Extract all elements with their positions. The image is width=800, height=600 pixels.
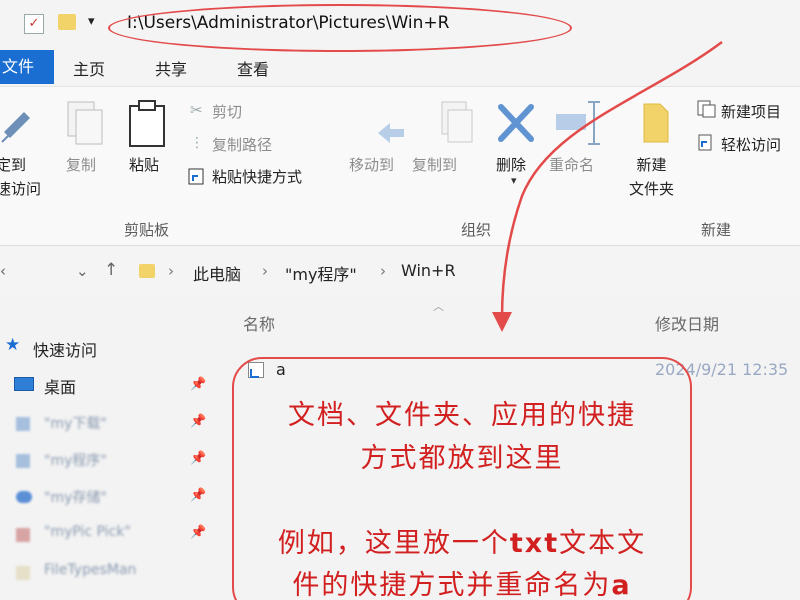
app-icon <box>16 528 30 542</box>
breadcrumb-separator-icon[interactable]: › <box>380 262 386 280</box>
copy-to-icon[interactable] <box>438 100 474 146</box>
easy-access-button[interactable]: 轻松访问 <box>721 134 781 155</box>
folder-icon <box>16 417 30 431</box>
pin-icon[interactable]: 📌 <box>190 488 206 503</box>
cloud-icon <box>16 491 32 503</box>
copy-button[interactable]: 复制 <box>66 153 96 177</box>
folder-icon <box>16 454 30 468</box>
paste-shortcut-icon <box>188 168 204 185</box>
new-item-button[interactable]: 新建项目 <box>721 101 781 122</box>
annotation-line-4: 件的快捷方式并重命名为a <box>292 570 632 600</box>
recent-locations-icon[interactable]: ⌄ <box>76 262 89 280</box>
tab-home[interactable]: 主页 <box>73 56 105 80</box>
copy-path-icon: ⋮ <box>190 135 204 151</box>
new-folder-quick-icon[interactable] <box>58 14 76 30</box>
move-to-icon[interactable] <box>374 118 408 148</box>
breadcrumb-separator-icon[interactable]: › <box>168 262 174 280</box>
paste-button[interactable]: 粘贴 <box>129 153 159 177</box>
tab-view[interactable]: 查看 <box>237 56 269 80</box>
folder-icon <box>16 566 30 580</box>
cut-button[interactable]: 剪切 <box>212 101 242 122</box>
sort-up-icon: ︿ <box>433 300 444 313</box>
tab-share[interactable]: 共享 <box>155 56 187 80</box>
folder-icon <box>139 264 155 278</box>
annotation-line-3: 例如，这里放一个txt文本文 <box>277 528 647 559</box>
pin-icon[interactable]: 📌 <box>190 451 206 466</box>
breadcrumb-my-program[interactable]: "my程序" <box>285 261 357 285</box>
move-to-button[interactable]: 移动到 <box>349 153 394 177</box>
properties-check-icon[interactable]: ✓ <box>24 14 44 34</box>
breadcrumb-separator-icon[interactable]: › <box>262 262 268 280</box>
breadcrumb-win-r[interactable]: Win+R <box>401 261 456 280</box>
pin-icon[interactable]: 📌 <box>190 525 206 540</box>
back-icon[interactable]: ‹ <box>0 262 6 280</box>
quick-access-dropdown-icon[interactable]: ▾ <box>88 14 95 29</box>
pin-icon[interactable]: 📌 <box>190 377 206 392</box>
annotation-line-2: 方式都放到这里 <box>360 443 564 474</box>
tab-file[interactable]: 文件 <box>0 50 54 84</box>
up-arrow-icon[interactable]: ↑ <box>104 260 118 280</box>
cut-icon: ✂ <box>190 101 203 119</box>
pin-icon[interactable]: 📌 <box>190 414 206 429</box>
copy-icon[interactable] <box>66 100 106 148</box>
star-icon: ★ <box>5 335 21 355</box>
annotation-line-1: 文档、文件夹、应用的快捷 <box>288 400 636 431</box>
paste-shortcut-button[interactable]: 粘贴快捷方式 <box>212 166 302 187</box>
pin-quick-access-label: 定到 速访问 <box>0 156 42 198</box>
copy-to-button[interactable]: 复制到 <box>412 153 457 177</box>
breadcrumb-this-pc[interactable]: 此电脑 <box>193 261 241 285</box>
column-header-name[interactable]: 名称 <box>243 311 275 335</box>
pin-icon[interactable] <box>0 108 34 144</box>
desktop-icon <box>14 377 34 391</box>
annotation-arrow <box>492 40 723 332</box>
paste-icon[interactable] <box>128 100 168 148</box>
copy-path-button[interactable]: 复制路径 <box>212 134 272 155</box>
group-label-clipboard: 剪贴板 <box>124 221 170 239</box>
